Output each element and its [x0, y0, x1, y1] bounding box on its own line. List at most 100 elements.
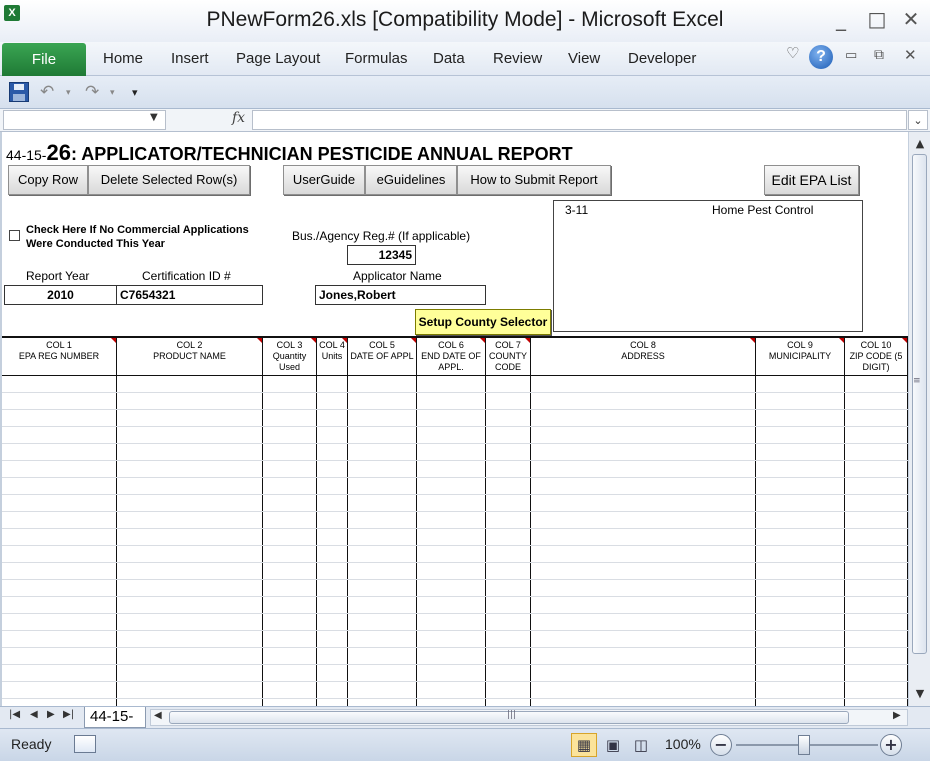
table-row[interactable]	[2, 664, 908, 665]
cert-id-field[interactable]: C7654321	[116, 285, 263, 305]
table-row[interactable]	[2, 630, 908, 631]
zoom-out-icon[interactable]: −	[710, 734, 732, 756]
name-box-dropdown-icon[interactable]: ▼	[150, 112, 158, 123]
formula-tools: fx	[168, 110, 250, 130]
ribbon-restore-icon[interactable]: ⧉	[874, 47, 884, 63]
table-row[interactable]	[2, 528, 908, 529]
tab-formulas[interactable]: Formulas	[345, 50, 408, 67]
page-layout-view-icon[interactable]: ▣	[600, 733, 626, 757]
tab-data[interactable]: Data	[433, 50, 465, 67]
copy-row-button[interactable]: Copy Row	[8, 165, 88, 195]
table-row[interactable]	[2, 596, 908, 597]
normal-view-icon[interactable]: ▦	[571, 733, 597, 757]
tab-home[interactable]: Home	[103, 50, 143, 67]
customize-qat-icon[interactable]: ▾	[132, 86, 138, 99]
table-row[interactable]	[2, 681, 908, 682]
expand-formula-bar-icon[interactable]: ⌄	[908, 110, 928, 130]
column-header[interactable]: COL 5 DATE OF APPL	[348, 340, 416, 362]
undo-dropdown-icon[interactable]: ▾	[66, 88, 71, 98]
tab-review[interactable]: Review	[493, 50, 542, 67]
zoom-in-icon[interactable]: +	[880, 734, 902, 756]
column-header[interactable]: COL 8 ADDRESS	[531, 340, 755, 362]
column-header[interactable]: COL 10 ZIP CODE (5 DIGIT)	[845, 340, 907, 373]
minimize-icon[interactable]: _	[828, 8, 854, 30]
eguidelines-button[interactable]: eGuidelines	[365, 165, 457, 195]
user-guide-button[interactable]: UserGuide	[283, 165, 365, 195]
formula-bar: ▼ fx ⌄	[0, 109, 930, 132]
save-icon[interactable]	[9, 82, 29, 102]
redo-dropdown-icon[interactable]: ▾	[110, 88, 115, 98]
next-sheet-icon[interactable]: ▶	[47, 709, 55, 720]
redo-icon[interactable]: ↷	[85, 82, 99, 102]
formula-input[interactable]	[252, 110, 907, 130]
column-header[interactable]: COL 9 MUNICIPALITY	[756, 340, 844, 362]
vertical-scroll-thumb[interactable]	[912, 154, 927, 654]
last-sheet-icon[interactable]: ▶|	[63, 709, 74, 720]
tab-file[interactable]: File	[2, 43, 86, 76]
ribbon-collapse-icon[interactable]: ♡	[786, 44, 799, 62]
worksheet[interactable]: 44-15-26: APPLICATOR/TECHNICIAN PESTICID…	[0, 132, 908, 706]
table-row[interactable]	[2, 545, 908, 546]
applicator-name-field[interactable]: Jones,Robert	[315, 285, 486, 305]
table-row[interactable]	[2, 613, 908, 614]
table-row[interactable]	[2, 511, 908, 512]
help-icon[interactable]: ?	[809, 45, 833, 69]
name-box[interactable]	[3, 110, 166, 130]
bus-agency-label: Bus./Agency Reg.# (If applicable)	[292, 229, 471, 243]
table-row[interactable]	[2, 477, 908, 478]
column-header[interactable]: COL 7 COUNTY CODE	[486, 340, 530, 373]
vertical-scrollbar[interactable]: ▲ ≡ ▼	[908, 132, 930, 706]
horizontal-scrollbar[interactable]: ◀ ||| ▶	[150, 709, 908, 726]
close-icon[interactable]: ✕	[898, 8, 924, 30]
table-row[interactable]	[2, 426, 908, 427]
epa-code: 3-11	[565, 203, 589, 217]
record-macro-icon[interactable]	[74, 735, 96, 753]
applicator-name-label: Applicator Name	[353, 269, 442, 283]
sheet-tab-active[interactable]: 44-15-	[84, 707, 146, 728]
list-item[interactable]: 3-11 Home Pest Control	[554, 202, 862, 219]
ribbon-close-icon[interactable]: ✕	[904, 46, 917, 64]
no-commercial-checkbox[interactable]	[9, 230, 20, 241]
status-text: Ready	[11, 736, 52, 752]
scroll-up-icon[interactable]: ▲	[909, 135, 930, 153]
tab-insert[interactable]: Insert	[171, 50, 209, 67]
bus-agency-field[interactable]: 12345	[347, 245, 416, 265]
tab-view[interactable]: View	[568, 50, 600, 67]
table-row[interactable]	[2, 579, 908, 580]
column-header[interactable]: COL 3 Quantity Used	[263, 340, 316, 373]
table-row[interactable]	[2, 562, 908, 563]
table-row[interactable]	[2, 698, 908, 699]
epa-product-name: Home Pest Control	[712, 203, 814, 217]
table-row[interactable]	[2, 409, 908, 410]
how-to-submit-button[interactable]: How to Submit Report	[457, 165, 611, 195]
scroll-down-icon[interactable]: ▼	[909, 685, 930, 703]
setup-county-selector-button[interactable]: Setup County Selector	[415, 309, 551, 335]
delete-rows-button[interactable]: Delete Selected Row(s)	[88, 165, 250, 195]
column-header[interactable]: COL 4 Units	[317, 340, 347, 362]
table-row[interactable]	[2, 494, 908, 495]
scroll-left-icon[interactable]: ◀	[154, 710, 162, 721]
report-year-label: Report Year	[26, 269, 90, 283]
undo-icon[interactable]: ↶	[40, 82, 54, 102]
table-row[interactable]	[2, 392, 908, 393]
page-break-view-icon[interactable]: ◫	[628, 733, 654, 757]
table-row[interactable]	[2, 460, 908, 461]
prev-sheet-icon[interactable]: ◀	[30, 709, 38, 720]
maximize-icon[interactable]: □	[864, 8, 890, 30]
zoom-level[interactable]: 100%	[665, 736, 701, 752]
column-header[interactable]: COL 1 EPA REG NUMBER	[2, 340, 116, 362]
tab-page-layout[interactable]: Page Layout	[236, 50, 320, 67]
insert-function-icon[interactable]: fx	[232, 110, 245, 126]
edit-epa-list-button[interactable]: Edit EPA List	[764, 165, 859, 195]
first-sheet-icon[interactable]: |◀	[9, 709, 20, 720]
table-row[interactable]	[2, 443, 908, 444]
scroll-right-icon[interactable]: ▶	[893, 710, 901, 721]
column-header[interactable]: COL 6 END DATE OF APPL.	[417, 340, 485, 373]
report-year-field[interactable]: 2010	[4, 285, 117, 305]
column-header[interactable]: COL 2 PRODUCT NAME	[117, 340, 262, 362]
epa-list-box[interactable]: 3-11 Home Pest Control	[553, 200, 863, 332]
tab-developer[interactable]: Developer	[628, 50, 696, 67]
ribbon-minimize-icon[interactable]: ▭	[845, 48, 857, 63]
zoom-slider-thumb[interactable]	[798, 735, 810, 755]
table-row[interactable]	[2, 647, 908, 648]
